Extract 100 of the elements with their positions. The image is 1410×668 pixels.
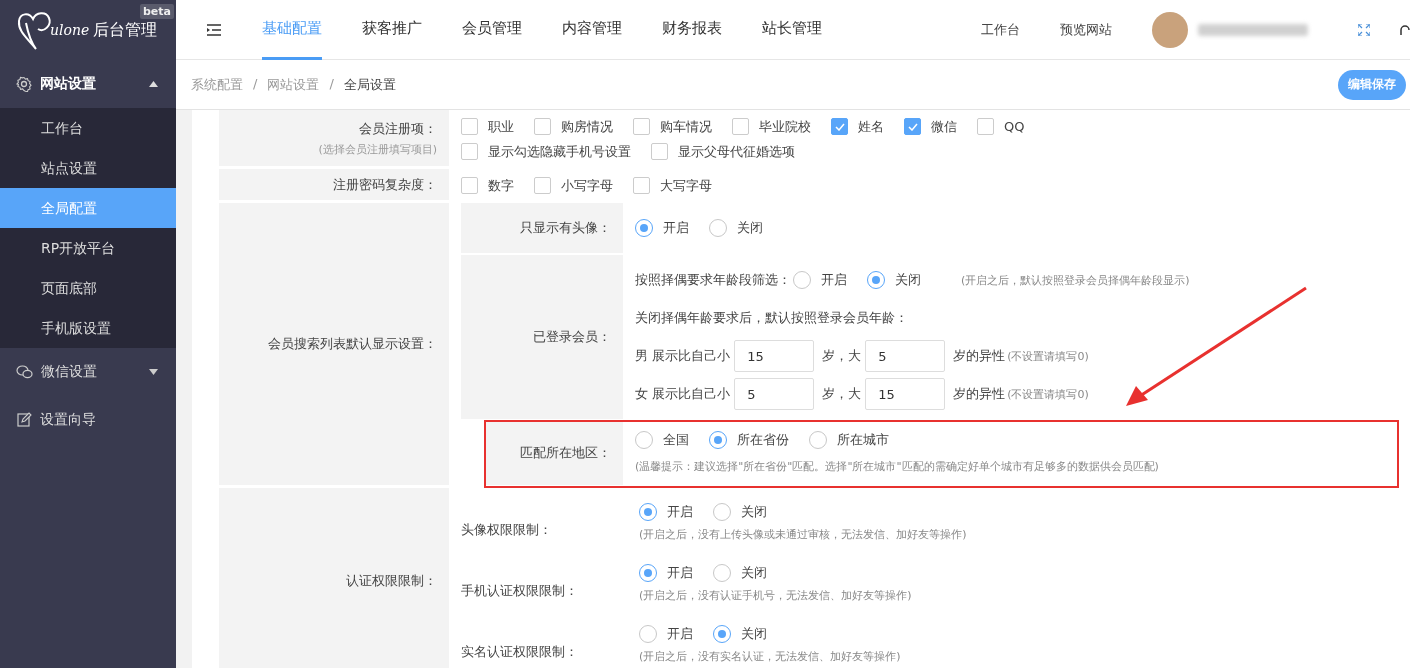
checkbox-label: 显示父母代征婚选项	[678, 142, 795, 161]
checkbox[interactable]	[904, 118, 921, 135]
beta-badge: beta	[140, 4, 174, 19]
sidebar-group-label: 微信设置	[41, 363, 98, 381]
hint-text: (不设置请填写0)	[1007, 386, 1089, 402]
radio-label: 关闭	[741, 625, 767, 643]
header-link[interactable]: 工作台	[981, 20, 1020, 39]
radio-button[interactable]	[709, 219, 727, 237]
radio-button[interactable]	[709, 431, 727, 449]
radio-label: 关闭	[741, 503, 767, 521]
radio-button[interactable]	[639, 564, 657, 582]
caret-icon	[149, 369, 158, 375]
checkbox[interactable]	[534, 177, 551, 194]
sidebar-group-label: 网站设置	[40, 75, 97, 93]
sidebar-group[interactable]: 网站设置	[0, 60, 176, 108]
radio-button[interactable]	[793, 271, 811, 289]
checkbox[interactable]	[633, 118, 650, 135]
field-label: 认证权限限制：	[345, 571, 437, 590]
checkbox[interactable]	[977, 118, 994, 135]
sidebar-item[interactable]: 站点设置	[0, 148, 176, 188]
checkbox-label: 微信	[931, 117, 957, 136]
radio-button[interactable]	[713, 503, 731, 521]
radio-label: 开启	[667, 564, 693, 582]
field-label: 注册密码复杂度：	[332, 175, 437, 194]
number-input[interactable]: 15	[734, 340, 815, 372]
checkbox[interactable]	[461, 118, 478, 135]
field-label: 会员搜索列表默认显示设置：	[267, 335, 437, 353]
number-input[interactable]: 5	[865, 340, 946, 372]
hint-text: (开启之后，没有实名认证，无法发信、加好友等操作)	[639, 649, 901, 664]
field-label: 会员注册项：	[358, 119, 437, 138]
nav-tab[interactable]: 会员管理	[462, 0, 522, 60]
sidebar-group-label: 设置向导	[40, 411, 97, 429]
radio-button[interactable]	[713, 625, 731, 643]
hint-text: (开启之后，没有认证手机号，无法发信、加好友等操作)	[639, 588, 912, 603]
sidebar-group[interactable]: 设置向导	[0, 396, 176, 444]
gear-icon	[16, 76, 32, 92]
radio-button[interactable]	[635, 431, 653, 449]
checkbox[interactable]	[461, 177, 478, 194]
checkbox-label: 毕业院校	[759, 117, 811, 136]
nav-tab[interactable]: 内容管理	[562, 0, 622, 60]
sidebar-group[interactable]: 微信设置	[0, 348, 176, 396]
radio-button[interactable]	[809, 431, 827, 449]
checkbox-label: 数字	[488, 176, 514, 195]
checkbox-label: 职业	[488, 117, 514, 136]
field-text: 岁，大	[822, 347, 862, 365]
breadcrumb-separator: /	[253, 75, 258, 93]
caret-icon	[149, 81, 158, 87]
sidebar-item[interactable]: RP开放平台	[0, 228, 176, 268]
field-label: 只显示有头像：	[520, 219, 611, 237]
check-icon	[907, 122, 918, 131]
hint-text: (开启之后，默认按照登录会员择偶年龄段显示)	[961, 272, 1190, 288]
radio-button[interactable]	[639, 625, 657, 643]
field-text: 岁，大	[822, 385, 862, 403]
field-label: 匹配所在地区：	[520, 444, 611, 462]
checkbox[interactable]	[534, 118, 551, 135]
checkbox[interactable]	[651, 143, 668, 160]
radio-label: 所在城市	[837, 431, 889, 449]
sidebar-item[interactable]: 页面底部	[0, 268, 176, 308]
radio-label: 开启	[821, 271, 847, 289]
sidebar-item[interactable]: 手机版设置	[0, 308, 176, 348]
radio-button[interactable]	[867, 271, 885, 289]
field-text: 关闭择偶年龄要求后，默认按照登录会员年龄：	[635, 309, 908, 327]
hint-text: (开启之后，没有上传头像或未通过审核，无法发信、加好友等操作)	[639, 527, 967, 542]
fullscreen-icon	[1358, 23, 1370, 36]
chat-icon	[16, 364, 33, 380]
nav-tab[interactable]: 获客推广	[362, 0, 422, 60]
field-label: 头像权限限制：	[460, 520, 553, 539]
radio-label: 所在省份	[737, 431, 789, 449]
checkbox-label: 购车情况	[660, 117, 712, 136]
sidebar-item[interactable]: 工作台	[0, 108, 176, 148]
checkbox-label: 购房情况	[561, 117, 613, 136]
radio-button[interactable]	[639, 503, 657, 521]
radio-label: 开启	[667, 625, 693, 643]
field-label: 手机认证权限限制：	[460, 581, 579, 600]
radio-label: 关闭	[737, 219, 763, 237]
checkbox[interactable]	[732, 118, 749, 135]
number-input[interactable]: 15	[865, 378, 946, 410]
edit-icon	[16, 412, 32, 428]
radio-label: 关闭	[895, 271, 921, 289]
checkbox[interactable]	[831, 118, 848, 135]
radio-label: 开启	[667, 503, 693, 521]
checkbox-label: QQ	[1004, 119, 1025, 134]
field-text: 岁的异性	[953, 385, 1006, 403]
checkbox-label: 小写字母	[561, 176, 613, 195]
avatar-placeholder[interactable]	[1152, 11, 1188, 48]
field-text: 女 展示比自己小	[635, 385, 731, 403]
field-text: 按照择偶要求年龄段筛选：	[635, 271, 791, 289]
nav-tab[interactable]: 站长管理	[762, 0, 822, 60]
radio-button[interactable]	[713, 564, 731, 582]
checkbox[interactable]	[461, 143, 478, 160]
radio-label: 关闭	[741, 564, 767, 582]
logo-script-text: ulone	[50, 22, 90, 38]
radio-label: 开启	[663, 219, 689, 237]
checkbox[interactable]	[633, 177, 650, 194]
nav-tab[interactable]: 财务报表	[662, 0, 722, 60]
number-input[interactable]: 5	[734, 378, 815, 410]
header-link[interactable]: 预览网站	[1060, 20, 1112, 39]
checkbox-label: 大写字母	[660, 176, 712, 195]
radio-button[interactable]	[635, 219, 653, 237]
hint-text: (温馨提示：建议选择"所在省份"匹配。选择"所在城市"匹配的需确定好单个城市有足够多的数据供会员匹配)	[635, 458, 1159, 474]
